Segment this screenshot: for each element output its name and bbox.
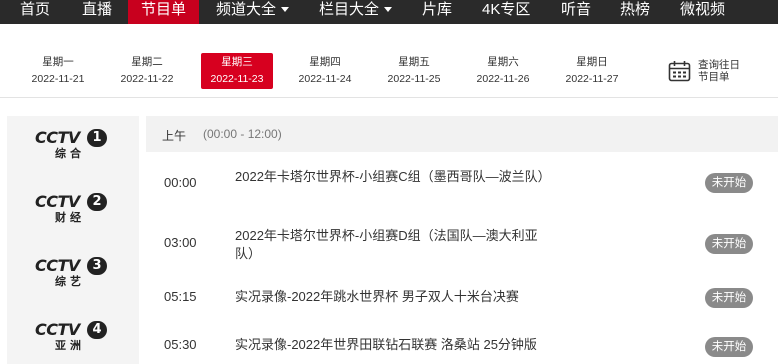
history-schedule-link[interactable]: 查询往日 节目单 — [668, 58, 778, 88]
program-time: 00:00 — [164, 175, 197, 190]
nav-library[interactable]: 片库 — [422, 0, 452, 24]
nav-home-label: 首页 — [20, 1, 51, 18]
program-row: 03:00 2022年卡塔尔世界杯-小组赛D组（法国队—澳大利亚队） 未开始 — [146, 227, 778, 267]
channel-cctv4[interactable]: CCTV 4 亚洲 — [35, 321, 109, 361]
date-label: 2022-11-24 — [298, 73, 352, 85]
nav-columns[interactable]: 栏目大全 — [319, 0, 393, 24]
channel-cctv3[interactable]: CCTV 3 综艺 — [35, 257, 109, 297]
nav-schedule[interactable]: 节目单 — [128, 0, 199, 24]
top-navigation: 首页 直播 节目单 频道大全 栏目大全 片库 4K专区 听音 热榜 微视频 — [0, 0, 778, 24]
chevron-down-icon — [384, 6, 393, 12]
nav-home[interactable]: 首页 — [20, 0, 50, 24]
date-tab-thu[interactable]: 星期四 2022-11-24 — [289, 53, 361, 89]
nav-audio-label: 听音 — [561, 1, 592, 18]
weekday-label: 星期五 — [398, 56, 430, 68]
nav-micro-video[interactable]: 微视频 — [680, 0, 725, 24]
date-tab-mon[interactable]: 星期一 2022-11-21 — [22, 53, 94, 89]
period-label: 上午 — [162, 129, 187, 143]
date-tab-sat[interactable]: 星期六 2022-11-26 — [467, 53, 539, 89]
period-range: (00:00 - 12:00) — [203, 127, 282, 141]
nav-4k[interactable]: 4K专区 — [482, 0, 530, 24]
date-label: 2022-11-22 — [120, 73, 174, 85]
date-label: 2022-11-21 — [31, 73, 85, 85]
channel-logo-text: CCTV — [35, 256, 80, 275]
nav-live-label: 直播 — [82, 1, 113, 18]
chevron-down-icon — [281, 6, 290, 12]
nav-4k-label: 4K专区 — [482, 1, 531, 18]
date-tab-fri[interactable]: 星期五 2022-11-25 — [378, 53, 450, 89]
channel-number: 3 — [87, 257, 107, 275]
period-header: 上午 (00:00 - 12:00) — [146, 116, 778, 152]
channel-logo-text: CCTV — [35, 320, 80, 339]
program-row: 05:15 实况录像-2022年跳水世界杯 男子双人十米台决赛 未开始 — [146, 287, 778, 311]
weekday-label: 星期六 — [487, 56, 519, 68]
status-badge: 未开始 — [705, 288, 753, 308]
channel-cctv1[interactable]: CCTV 1 综合 — [35, 129, 109, 169]
calendar-icon — [668, 61, 691, 82]
nav-audio[interactable]: 听音 — [561, 0, 591, 24]
channel-number: 1 — [87, 129, 107, 147]
nav-hot-label: 热榜 — [620, 1, 651, 18]
weekday-label: 星期四 — [309, 56, 341, 68]
program-title[interactable]: 2022年卡塔尔世界杯-小组赛C组（墨西哥队—波兰队） — [235, 168, 555, 186]
program-title[interactable]: 实况录像-2022年世界田联钻石联赛 洛桑站 25分钟版 — [235, 336, 675, 354]
weekday-label: 星期日 — [576, 56, 608, 68]
channel-name: 综艺 — [55, 276, 85, 288]
nav-columns-label: 栏目大全 — [319, 1, 380, 18]
program-row: 00:00 2022年卡塔尔世界杯-小组赛C组（墨西哥队—波兰队） 未开始 — [146, 168, 778, 208]
channel-name: 财经 — [55, 212, 85, 224]
program-title[interactable]: 实况录像-2022年跳水世界杯 男子双人十米台决赛 — [235, 288, 675, 306]
nav-live[interactable]: 直播 — [82, 0, 112, 24]
nav-channels-label: 频道大全 — [216, 1, 277, 18]
nav-schedule-label: 节目单 — [140, 1, 186, 18]
date-tab-sun[interactable]: 星期日 2022-11-27 — [556, 53, 628, 89]
channel-logo-text: CCTV — [35, 192, 80, 211]
channel-number: 2 — [87, 193, 107, 211]
weekday-label: 星期三 — [221, 56, 253, 68]
channel-sidebar: CCTV 1 综合 CCTV 2 财经 CCTV 3 综艺 CCTV 4 亚洲 — [7, 116, 139, 364]
program-title[interactable]: 2022年卡塔尔世界杯-小组赛D组（法国队—澳大利亚队） — [235, 227, 555, 263]
date-tab-tue[interactable]: 星期二 2022-11-22 — [111, 53, 183, 89]
nav-channels[interactable]: 频道大全 — [216, 0, 290, 24]
date-tab-wed[interactable]: 星期三 2022-11-23 — [201, 53, 273, 89]
date-label: 2022-11-26 — [476, 73, 530, 85]
nav-micro-video-label: 微视频 — [680, 1, 726, 18]
date-label: 2022-11-27 — [565, 73, 619, 85]
weekday-label: 星期二 — [131, 56, 163, 68]
history-label-line2: 节目单 — [698, 71, 730, 83]
nav-hot[interactable]: 热榜 — [620, 0, 650, 24]
history-label-line1: 查询往日 — [698, 59, 740, 71]
channel-name: 综合 — [55, 148, 85, 160]
status-badge: 未开始 — [705, 234, 753, 254]
date-label: 2022-11-23 — [210, 73, 264, 85]
program-time: 05:15 — [164, 289, 197, 304]
status-badge: 未开始 — [705, 337, 753, 357]
program-time: 05:30 — [164, 337, 197, 352]
date-label: 2022-11-25 — [387, 73, 441, 85]
nav-library-label: 片库 — [422, 1, 453, 18]
status-badge: 未开始 — [705, 173, 753, 193]
channel-name: 亚洲 — [55, 340, 85, 352]
channel-logo-text: CCTV — [35, 128, 80, 147]
program-row: 05:30 实况录像-2022年世界田联钻石联赛 洛桑站 25分钟版 未开始 — [146, 335, 778, 359]
program-time: 03:00 — [164, 235, 197, 250]
date-selector: 星期一 2022-11-21 星期二 2022-11-22 星期三 2022-1… — [0, 24, 778, 98]
weekday-label: 星期一 — [42, 56, 74, 68]
channel-number: 4 — [87, 321, 107, 339]
channel-cctv2[interactable]: CCTV 2 财经 — [35, 193, 109, 233]
history-label: 查询往日 节目单 — [698, 59, 758, 83]
